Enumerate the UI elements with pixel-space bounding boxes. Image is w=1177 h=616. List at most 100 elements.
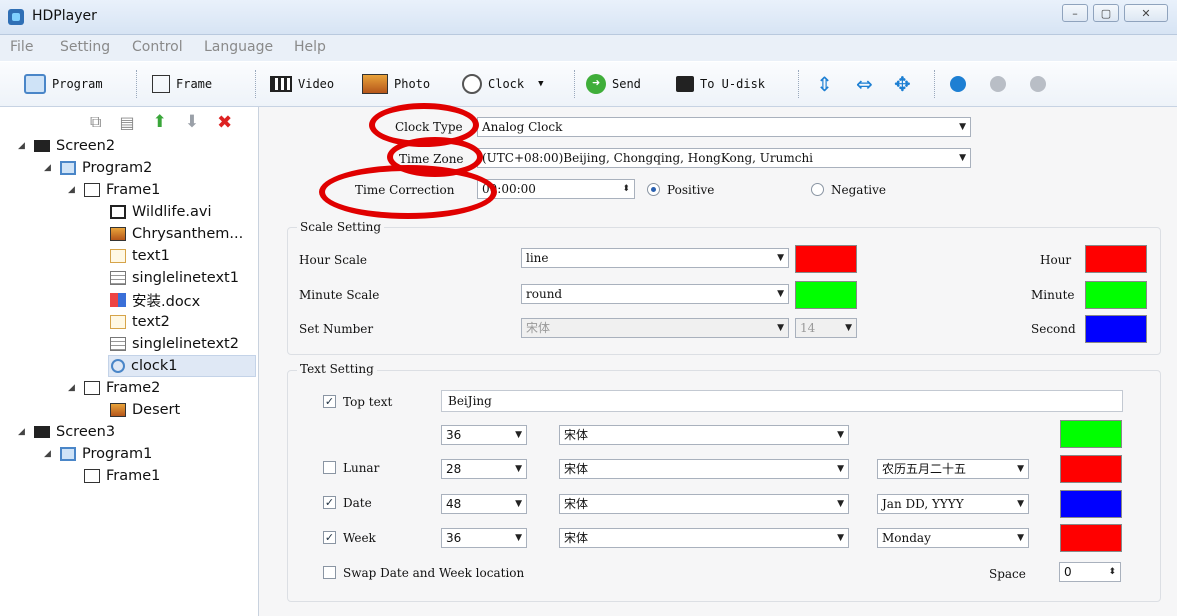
menu-control[interactable]: Control (132, 39, 183, 55)
frame-button[interactable]: Frame (152, 70, 212, 98)
tree-item-singlelinetext2[interactable]: singlelinetext2 (110, 333, 239, 355)
singleline-text-icon (110, 271, 126, 285)
tree-item-singlelinetext1[interactable]: singlelinetext1 (110, 267, 239, 289)
photo-button[interactable]: Photo (362, 70, 430, 98)
date-format-select[interactable]: Jan DD, YYYY ▼ (877, 494, 1029, 514)
time-correction-input[interactable]: 00:00:00 ⬍ (477, 179, 635, 199)
tree-item-wildlife[interactable]: Wildlife.avi (110, 201, 211, 223)
minute-scale-select[interactable]: round ▼ (521, 284, 789, 304)
move-down-icon[interactable]: ⬇ (185, 112, 199, 132)
lunar-checkbox[interactable] (323, 461, 336, 474)
tree-item-frame1[interactable]: ◢ Frame1 (68, 179, 160, 201)
tree-item-label: Screen2 (56, 138, 116, 154)
horizontal-stretch-button[interactable]: ⇔ (856, 70, 873, 98)
clock-type-select[interactable]: Analog Clock ▼ (477, 117, 971, 137)
week-size-select[interactable]: 36 ▼ (441, 528, 527, 548)
hour-scale-color-swatch[interactable] (795, 245, 857, 273)
spin-arrows-icon[interactable]: ⬍ (622, 180, 630, 198)
vertical-stretch-button[interactable]: ⇕ (816, 70, 833, 98)
lunar-size-select[interactable]: 28 ▼ (441, 459, 527, 479)
tree-item-frame1-program1[interactable]: Frame1 (84, 465, 160, 487)
lunar-font-select[interactable]: 宋体 ▼ (559, 459, 849, 479)
move-up-icon[interactable]: ⬆ (153, 112, 167, 132)
negative-label: Negative (831, 183, 886, 197)
tree-item-docx[interactable]: 安装.docx (110, 289, 200, 311)
tree-item-label: Wildlife.avi (132, 204, 212, 220)
minute-scale-color-swatch[interactable] (795, 281, 857, 309)
hour-scale-select[interactable]: line ▼ (521, 248, 789, 268)
tree-item-program1[interactable]: ◢ Program1 (44, 443, 152, 465)
swap-date-week-checkbox[interactable] (323, 566, 336, 579)
paste-icon[interactable]: ▤ (119, 113, 134, 132)
negative-radio[interactable] (811, 183, 824, 196)
lunar-size-value: 28 (446, 462, 462, 476)
top-font-select[interactable]: 宋体 ▼ (559, 425, 849, 445)
frame-icon (84, 183, 100, 197)
menu-file[interactable]: File (10, 39, 33, 55)
tree-item-chrysanthemum[interactable]: Chrysanthem... (110, 223, 243, 245)
clock-button[interactable]: Clock ▼ (462, 70, 544, 98)
clock-dropdown-icon[interactable]: ▼ (538, 79, 543, 89)
menu-help[interactable]: Help (294, 39, 326, 55)
spin-arrows-icon[interactable]: ⬍ (1108, 563, 1116, 581)
hour-hand-color-swatch[interactable] (1085, 245, 1147, 273)
tree-item-text2[interactable]: text2 (110, 311, 170, 333)
positive-radio[interactable] (647, 183, 660, 196)
pause-icon (990, 76, 1006, 92)
menu-setting[interactable]: Setting (60, 39, 110, 55)
date-checkbox[interactable]: ✓ (323, 496, 336, 509)
send-icon: ➜ (586, 74, 606, 94)
tree-item-program2[interactable]: ◢ Program2 (44, 157, 152, 179)
tree-item-clock1[interactable]: clock1 (108, 355, 256, 377)
date-size-select[interactable]: 48 ▼ (441, 494, 527, 514)
stop-button[interactable] (1030, 70, 1046, 98)
move-button[interactable]: ✥ (894, 70, 911, 98)
time-zone-select[interactable]: (UTC+08:00)Beijing, Chongqing, HongKong,… (477, 148, 971, 168)
play-button[interactable] (950, 70, 966, 98)
minute-hand-color-swatch[interactable] (1085, 281, 1147, 309)
chevron-down-icon: ▼ (837, 430, 844, 440)
tree-item-frame2[interactable]: ◢ Frame2 (68, 377, 160, 399)
delete-icon[interactable]: ✖ (217, 112, 232, 133)
top-size-select[interactable]: 36 ▼ (441, 425, 527, 445)
close-button[interactable]: ✕ (1124, 4, 1168, 22)
program-button[interactable]: Program (24, 70, 103, 98)
week-color-swatch[interactable] (1060, 524, 1122, 552)
second-hand-color-swatch[interactable] (1085, 315, 1147, 343)
date-font-select[interactable]: 宋体 ▼ (559, 494, 849, 514)
lunar-format-select[interactable]: 农历五月二十五 ▼ (877, 459, 1029, 479)
tree-item-text1[interactable]: text1 (110, 245, 170, 267)
space-spinbox[interactable]: 0 ⬍ (1059, 562, 1121, 582)
top-text-checkbox[interactable]: ✓ (323, 395, 336, 408)
date-color-swatch[interactable] (1060, 490, 1122, 518)
top-text-input[interactable]: BeiJing (441, 390, 1123, 412)
time-zone-value: (UTC+08:00)Beijing, Chongqing, HongKong,… (482, 151, 814, 165)
date-format-value: Jan DD, YYYY (882, 497, 964, 511)
week-checkbox[interactable]: ✓ (323, 531, 336, 544)
tree-item-label: text1 (132, 248, 170, 264)
toolbar: Program Frame Video Photo Clock ▼ ➜ Send… (0, 62, 1177, 107)
video-icon (270, 76, 292, 92)
week-font-select[interactable]: 宋体 ▼ (559, 528, 849, 548)
photo-icon (362, 74, 388, 94)
frame-icon (152, 75, 170, 93)
tree-item-label: clock1 (131, 358, 178, 374)
tree-item-screen2[interactable]: ◢ Screen2 (18, 135, 115, 157)
week-format-select[interactable]: Monday ▼ (877, 528, 1029, 548)
video-button[interactable]: Video (270, 70, 334, 98)
hour-hand-label: Hour (1040, 253, 1072, 267)
top-text-color-swatch[interactable] (1060, 420, 1122, 448)
copy-icon[interactable]: ⧉ (90, 112, 101, 132)
horizontal-arrows-icon: ⇔ (856, 72, 873, 96)
pause-button[interactable] (990, 70, 1006, 98)
menu-language[interactable]: Language (204, 39, 273, 55)
tree-item-screen3[interactable]: ◢ Screen3 (18, 421, 115, 443)
lunar-color-swatch[interactable] (1060, 455, 1122, 483)
positive-label: Positive (667, 183, 715, 197)
minimize-button[interactable]: – (1062, 4, 1088, 22)
maximize-button[interactable]: ▢ (1093, 4, 1119, 22)
tree-item-desert[interactable]: Desert (110, 399, 180, 421)
to-udisk-button[interactable]: To U-disk (676, 70, 765, 98)
tree-item-label: Frame1 (106, 468, 161, 484)
send-button[interactable]: ➜ Send (586, 70, 641, 98)
